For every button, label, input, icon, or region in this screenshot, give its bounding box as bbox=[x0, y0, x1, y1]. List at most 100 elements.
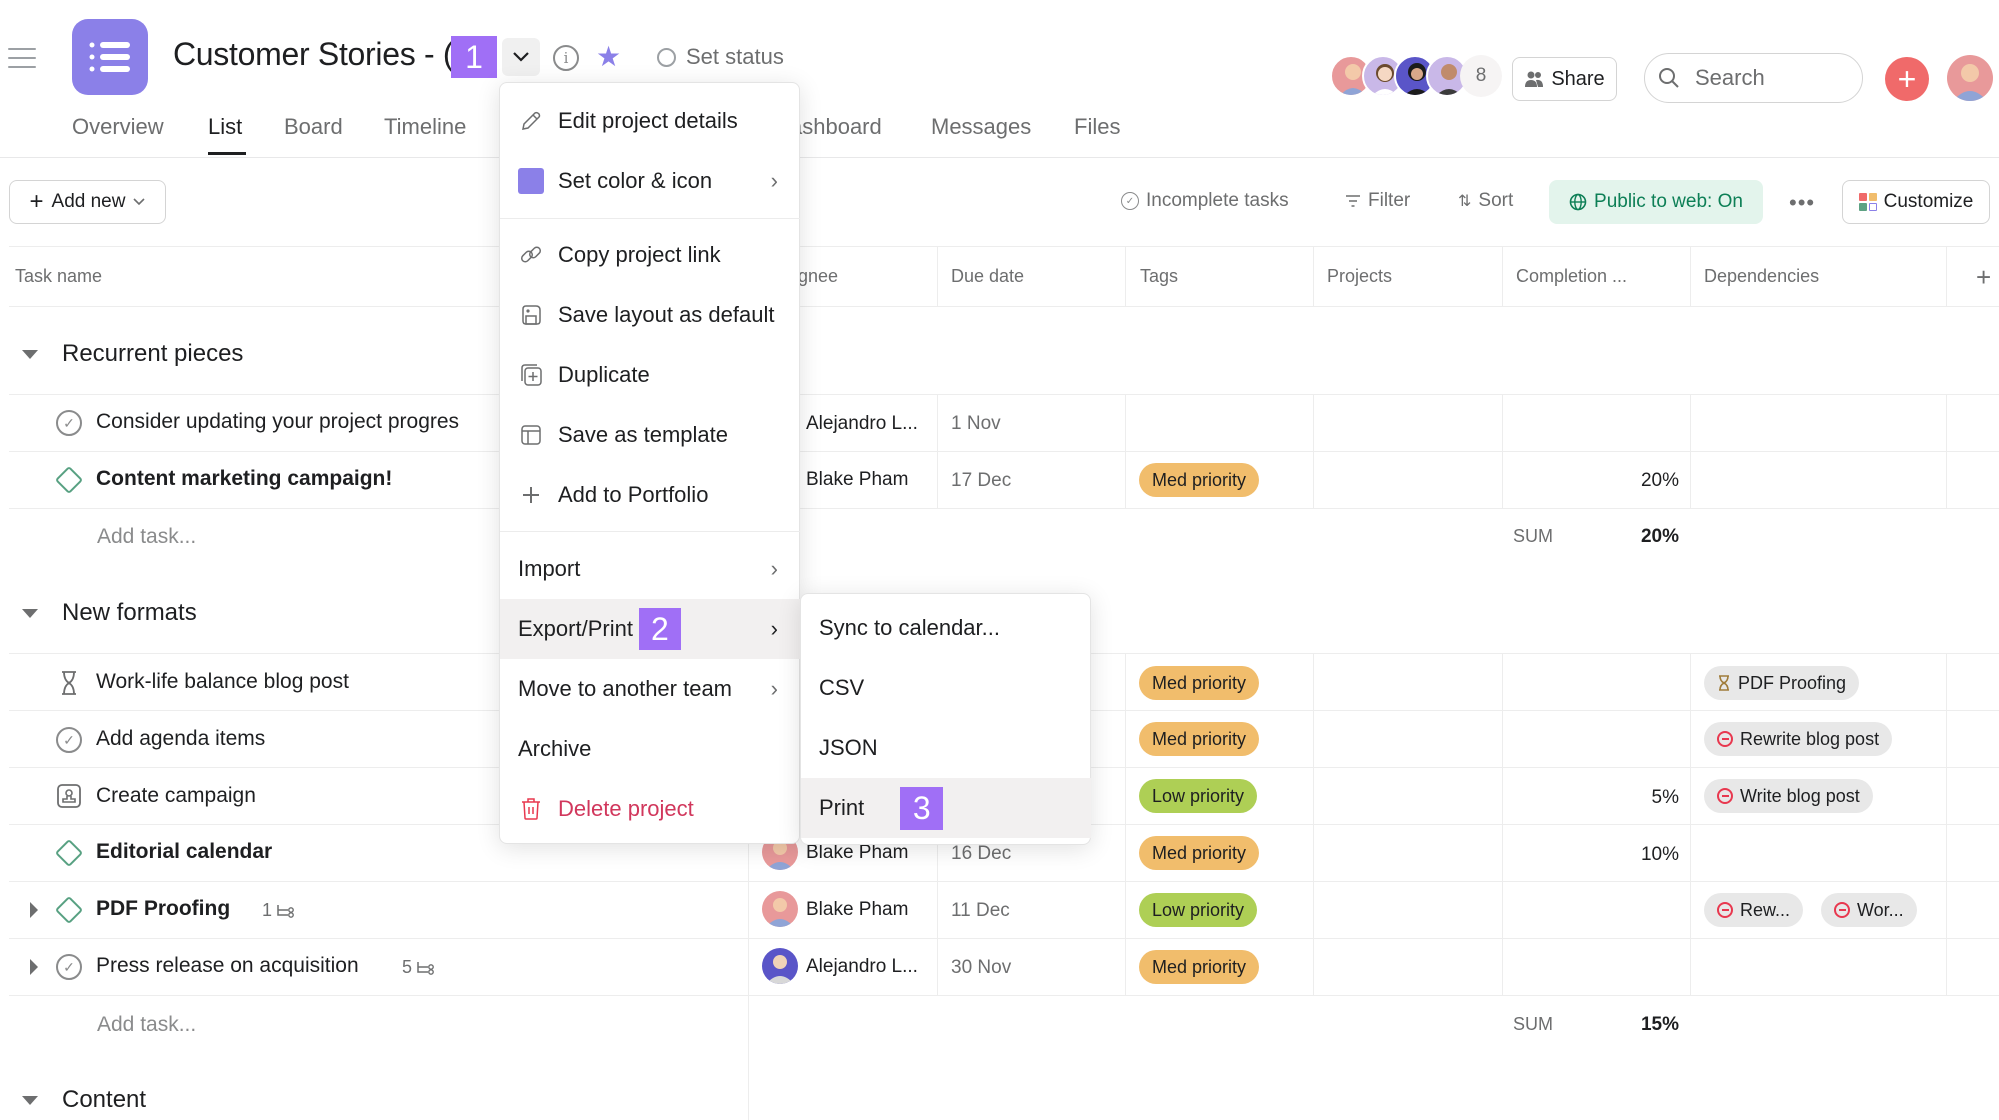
tag-pill[interactable]: Low priority bbox=[1139, 893, 1258, 927]
collapse-triangle-icon[interactable] bbox=[22, 349, 38, 359]
task-name[interactable]: Editorial calendar bbox=[96, 840, 272, 864]
section-header[interactable]: Recurrent pieces bbox=[22, 340, 243, 368]
tab-board[interactable]: Board bbox=[284, 114, 343, 140]
favorite-star-icon[interactable]: ★ bbox=[596, 40, 621, 73]
search-input[interactable]: Search bbox=[1644, 53, 1863, 103]
user-avatar[interactable] bbox=[1947, 55, 1993, 101]
assignee-name[interactable]: Blake Pham bbox=[806, 842, 908, 864]
section-header[interactable]: New formats bbox=[22, 599, 197, 627]
assignee-name[interactable]: Alejandro L... bbox=[806, 956, 918, 978]
tab-list[interactable]: List bbox=[208, 114, 242, 140]
dependency-pill[interactable]: Write blog post bbox=[1704, 779, 1873, 813]
menu-item-add-to-portfolio[interactable]: Add to Portfolio bbox=[500, 465, 800, 525]
menu-item-move-to-another-team[interactable]: Move to another team › bbox=[500, 659, 800, 719]
tag-pill[interactable]: Med priority bbox=[1139, 950, 1260, 984]
tab-dashboard[interactable]: ashboard bbox=[790, 114, 882, 140]
hourglass-icon[interactable] bbox=[56, 670, 82, 696]
tag-pill[interactable]: Low priority bbox=[1139, 779, 1258, 813]
menu-item-save-as-template[interactable]: Save as template bbox=[500, 405, 800, 465]
members-count[interactable]: 8 bbox=[1460, 55, 1502, 97]
subtask-count[interactable]: 1 bbox=[262, 900, 296, 921]
add-task-button[interactable]: Add task... bbox=[97, 525, 196, 549]
task-complete-checkbox[interactable]: ✓ bbox=[56, 954, 82, 980]
task-name[interactable]: Work-life balance blog post bbox=[96, 670, 349, 694]
submenu-item-csv[interactable]: CSV bbox=[801, 658, 1091, 718]
project-title[interactable]: Customer Stories - ( bbox=[173, 36, 454, 73]
incomplete-tasks-filter[interactable]: ✓ Incomplete tasks bbox=[1121, 190, 1289, 212]
subtask-count[interactable]: 5 bbox=[402, 957, 436, 978]
submenu-item-sync-to-calendar[interactable]: Sync to calendar... bbox=[801, 598, 1091, 658]
task-name[interactable]: Consider updating your project progres bbox=[96, 410, 459, 434]
expand-subtasks-icon[interactable] bbox=[30, 959, 38, 975]
tag-pill[interactable]: Med priority bbox=[1139, 463, 1260, 497]
info-icon[interactable]: i bbox=[553, 45, 579, 71]
due-date[interactable]: 17 Dec bbox=[951, 470, 1011, 492]
filter-button[interactable]: Filter bbox=[1345, 190, 1410, 212]
menu-item-delete-project[interactable]: Delete project bbox=[500, 779, 800, 839]
create-new-button[interactable]: + bbox=[1885, 57, 1929, 101]
collapse-triangle-icon[interactable] bbox=[22, 1095, 38, 1105]
add-task-button[interactable]: Add task... bbox=[97, 1013, 196, 1037]
task-complete-checkbox[interactable]: ✓ bbox=[56, 727, 82, 753]
assignee-name[interactable]: Blake Pham bbox=[806, 469, 908, 491]
tag-pill[interactable]: Med priority bbox=[1139, 722, 1260, 756]
completion-value[interactable]: 10% bbox=[1619, 844, 1679, 866]
due-date[interactable]: 16 Dec bbox=[951, 843, 1011, 865]
milestone-icon[interactable] bbox=[54, 895, 84, 925]
tab-files[interactable]: Files bbox=[1074, 114, 1120, 140]
completion-value[interactable]: 20% bbox=[1619, 470, 1679, 492]
more-options-button[interactable]: ••• bbox=[1789, 190, 1815, 216]
menu-item-import[interactable]: Import › bbox=[500, 539, 800, 599]
share-button[interactable]: Share bbox=[1512, 57, 1617, 101]
dependency-pill[interactable]: PDF Proofing bbox=[1704, 666, 1860, 700]
assignee-name[interactable]: Alejandro L... bbox=[806, 413, 918, 435]
add-new-button[interactable]: + Add new bbox=[9, 180, 166, 224]
customize-button[interactable]: Customize bbox=[1842, 180, 1990, 224]
task-name[interactable]: Press release on acquisition bbox=[96, 954, 359, 978]
task-name[interactable]: Content marketing campaign! bbox=[96, 467, 392, 491]
tag-pill[interactable]: Med priority bbox=[1139, 666, 1260, 700]
menu-item-save-layout-default[interactable]: Save layout as default bbox=[500, 285, 800, 345]
task-name[interactable]: Create campaign bbox=[96, 784, 256, 808]
completion-value[interactable]: 5% bbox=[1619, 787, 1679, 809]
approval-icon[interactable] bbox=[56, 783, 82, 809]
column-header-completion[interactable]: Completion ... bbox=[1516, 266, 1627, 287]
submenu-item-json[interactable]: JSON bbox=[801, 718, 1091, 778]
dependency-pill[interactable]: Rewrite blog post bbox=[1704, 722, 1893, 756]
set-status-button[interactable]: Set status bbox=[657, 44, 784, 70]
due-date[interactable]: 1 Nov bbox=[951, 413, 1001, 435]
assignee-name[interactable]: Blake Pham bbox=[806, 899, 908, 921]
dependency-pill[interactable]: Wor... bbox=[1821, 893, 1917, 927]
tab-timeline[interactable]: Timeline bbox=[384, 114, 466, 140]
collapse-triangle-icon[interactable] bbox=[22, 608, 38, 618]
tag-pill[interactable]: Med priority bbox=[1139, 836, 1260, 870]
submenu-item-print[interactable]: Print 3 bbox=[801, 778, 1091, 838]
column-header-assignee[interactable]: gnee bbox=[798, 266, 838, 287]
project-members[interactable]: 8 bbox=[1330, 55, 1502, 97]
due-date[interactable]: 30 Nov bbox=[951, 957, 1011, 979]
menu-item-archive[interactable]: Archive bbox=[500, 719, 800, 779]
menu-item-duplicate[interactable]: Duplicate bbox=[500, 345, 800, 405]
project-actions-dropdown-button[interactable] bbox=[502, 38, 540, 76]
column-header-dependencies[interactable]: Dependencies bbox=[1704, 266, 1819, 287]
task-name[interactable]: Add agenda items bbox=[96, 727, 265, 751]
column-header-tags[interactable]: Tags bbox=[1140, 266, 1178, 287]
sort-button[interactable]: ⇅ Sort bbox=[1458, 190, 1513, 212]
assignee-avatar[interactable] bbox=[762, 891, 798, 927]
tab-overview[interactable]: Overview bbox=[72, 114, 164, 140]
column-header-due-date[interactable]: Due date bbox=[951, 266, 1024, 287]
milestone-icon[interactable] bbox=[54, 465, 84, 495]
public-to-web-button[interactable]: Public to web: On bbox=[1549, 180, 1763, 224]
expand-subtasks-icon[interactable] bbox=[30, 902, 38, 918]
add-column-button[interactable]: + bbox=[1976, 262, 1991, 293]
section-header[interactable]: Content bbox=[22, 1086, 146, 1114]
milestone-icon[interactable] bbox=[54, 838, 84, 868]
sidebar-toggle-button[interactable] bbox=[8, 48, 36, 70]
due-date[interactable]: 11 Dec bbox=[951, 900, 1010, 922]
column-header-task-name[interactable]: Task name bbox=[15, 266, 102, 287]
menu-item-set-color-icon[interactable]: Set color & icon › bbox=[500, 151, 800, 211]
task-complete-checkbox[interactable]: ✓ bbox=[56, 410, 82, 436]
menu-item-copy-project-link[interactable]: Copy project link bbox=[500, 225, 800, 285]
dependency-pill[interactable]: Rew... bbox=[1704, 893, 1804, 927]
menu-item-edit-project-details[interactable]: Edit project details bbox=[500, 91, 800, 151]
